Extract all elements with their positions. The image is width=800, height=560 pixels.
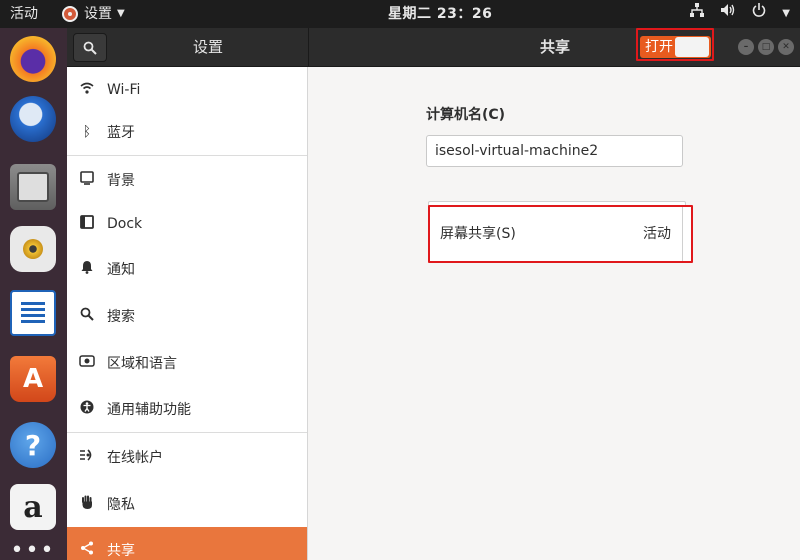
background-icon	[67, 171, 107, 189]
sidebar-item-notifications[interactable]: 通知	[67, 246, 307, 292]
thunderbird-icon[interactable]	[10, 96, 56, 142]
sidebar-separator	[67, 432, 307, 433]
dock-icon	[67, 215, 107, 233]
firefox-icon[interactable]	[10, 36, 56, 82]
share-icon	[67, 541, 107, 559]
sidebar-item-label: 通用辅助功能	[107, 402, 191, 418]
sidebar-item-sharing[interactable]: 共享	[67, 527, 307, 560]
top-bar: 活动 设置 ▼ 星期二 23：26 ▼	[0, 0, 800, 28]
screen-sharing-row[interactable]: 屏幕共享(S) 活动	[428, 205, 693, 263]
sidebar-item-label: Wi-Fi	[107, 82, 141, 98]
computer-name-input[interactable]	[426, 135, 683, 167]
header-bar: 设置 共享 打开 – □ ✕	[67, 28, 800, 67]
show-applications-icon[interactable]: •••	[10, 540, 56, 560]
ubuntu-software-icon[interactable]: A	[10, 356, 56, 402]
sidebar-title: 设置	[192, 38, 223, 56]
dock: A ? a •••	[0, 28, 67, 560]
bell-icon	[67, 260, 107, 278]
bluetooth-icon: ᛒ	[82, 124, 92, 140]
sidebar-item-accessibility[interactable]: 通用辅助功能	[67, 386, 307, 432]
accessibility-icon	[67, 400, 107, 418]
sharing-switch-highlight: 打开	[636, 28, 714, 61]
search-icon	[67, 307, 107, 325]
search-icon	[83, 41, 97, 55]
volume-icon[interactable]	[720, 0, 736, 28]
sidebar-item-label: 搜索	[107, 309, 135, 325]
window-controls: – □ ✕	[738, 39, 794, 55]
rhythmbox-icon[interactable]	[10, 226, 56, 272]
online-accounts-icon	[67, 448, 107, 466]
settings-sidebar: Wi-Fi ᛒ 蓝牙 背景 Dock 通知 搜索 区域和语言 通用辅助功能 在线…	[67, 67, 308, 560]
sidebar-item-label: 通知	[107, 262, 135, 278]
screen-sharing-label: 屏幕共享(S)	[440, 226, 516, 242]
sidebar-item-label: 隐私	[107, 497, 135, 513]
region-icon	[67, 355, 107, 371]
activities-button[interactable]: 活动	[10, 0, 38, 28]
help-icon[interactable]: ?	[10, 422, 56, 468]
sidebar-item-label: 在线帐户	[107, 450, 163, 466]
minimize-icon[interactable]: –	[738, 39, 754, 55]
sidebar-item-online-accounts[interactable]: 在线帐户	[67, 434, 307, 480]
files-icon[interactable]	[10, 164, 56, 210]
libreoffice-writer-icon[interactable]	[10, 290, 56, 336]
sharing-panel: 计算机名(C) 屏幕共享(S) 活动	[308, 67, 800, 560]
sidebar-item-region-language[interactable]: 区域和语言	[67, 340, 307, 386]
sidebar-item-background[interactable]: 背景	[67, 157, 307, 203]
wifi-icon	[67, 82, 107, 98]
amazon-icon[interactable]: a	[10, 484, 56, 530]
sidebar-item-label: Dock	[107, 216, 143, 232]
row-divider	[682, 207, 683, 261]
app-menu[interactable]: 设置 ▼	[62, 0, 125, 28]
computer-name-label: 计算机名(C)	[426, 107, 506, 123]
network-icon[interactable]	[690, 0, 705, 28]
caret-down-icon: ▼	[117, 8, 125, 19]
sidebar-item-search[interactable]: 搜索	[67, 293, 307, 339]
clock[interactable]: 星期二 23：26	[388, 0, 492, 28]
toggle-knob	[675, 37, 709, 57]
search-button[interactable]	[73, 33, 107, 62]
power-menu-caret-icon[interactable]: ▼	[782, 0, 790, 28]
power-icon[interactable]	[752, 0, 766, 28]
panel-title: 共享	[539, 38, 570, 56]
system-tray[interactable]: ▼	[690, 0, 790, 28]
sharing-toggle-label: 打开	[645, 39, 673, 55]
sidebar-item-dock[interactable]: Dock	[67, 201, 307, 247]
sidebar-item-label: 背景	[107, 173, 135, 189]
close-icon[interactable]: ✕	[778, 39, 794, 55]
screen-sharing-status: 活动	[643, 226, 671, 242]
sidebar-item-label: 共享	[107, 543, 135, 559]
sidebar-item-label: 蓝牙	[107, 125, 135, 141]
sidebar-item-label: 区域和语言	[107, 356, 177, 372]
privacy-hand-icon	[67, 495, 107, 514]
sidebar-separator	[67, 155, 307, 156]
settings-gear-icon	[62, 6, 78, 22]
sharing-toggle-switch[interactable]: 打开	[640, 36, 711, 58]
sidebar-item-bluetooth[interactable]: ᛒ 蓝牙	[67, 109, 307, 155]
maximize-icon[interactable]: □	[758, 39, 774, 55]
app-menu-label: 设置	[84, 6, 112, 22]
sidebar-item-privacy[interactable]: 隐私	[67, 481, 307, 527]
sidebar-item-wifi[interactable]: Wi-Fi	[67, 67, 307, 113]
